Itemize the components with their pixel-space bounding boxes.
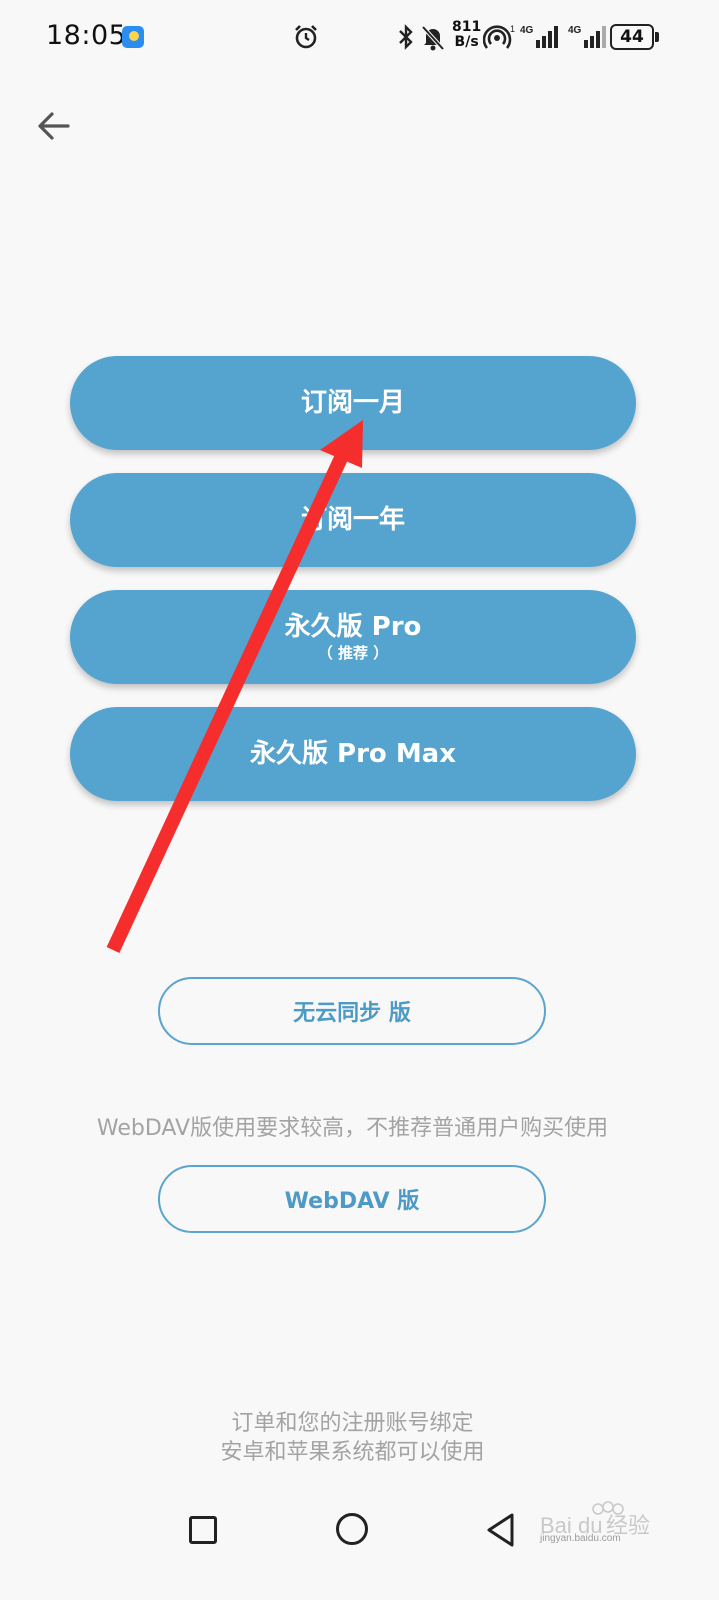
back-triangle-icon[interactable]: [485, 1512, 517, 1548]
signal-1-label: 4G: [520, 25, 534, 36]
status-bar: 18:05 811 B/s 1 4G 4G 44: [0, 0, 719, 76]
webdav-button[interactable]: WebDAV 版: [158, 1165, 546, 1233]
footer-note: 订单和您的注册账号绑定 安卓和苹果系统都可以使用: [0, 1409, 705, 1467]
network-speed-value: 811: [452, 19, 482, 35]
alarm-icon: [295, 25, 317, 49]
home-circle-icon[interactable]: [336, 1513, 368, 1545]
recommended-tag: （ 推荐 ）: [317, 644, 389, 662]
signal-icon: 4G: [568, 25, 606, 48]
subscribe-year-button[interactable]: 订阅一年: [70, 473, 636, 567]
plan-label: 永久版 Pro: [284, 612, 422, 642]
hotspot-icon: 1: [483, 24, 515, 49]
no-cloud-sync-button[interactable]: 无云同步 版: [158, 977, 546, 1045]
network-speed: 811 B/s: [452, 20, 481, 50]
plan-label: 订阅一年: [300, 505, 405, 535]
svg-text:1: 1: [510, 24, 515, 34]
bluetooth-icon: [399, 24, 413, 50]
back-arrow-icon[interactable]: [32, 104, 78, 150]
lifetime-pro-button[interactable]: 永久版 Pro （ 推荐 ）: [70, 590, 636, 684]
plan-label: 永久版 Pro Max: [249, 739, 457, 769]
weather-icon: [122, 26, 144, 48]
plan-label: 订阅一月: [300, 388, 405, 418]
recents-square-icon[interactable]: [189, 1516, 217, 1544]
battery-icon: 44: [610, 24, 659, 50]
watermark-url: jingyan.baidu.com: [540, 1533, 621, 1544]
mute-bell-icon: [421, 25, 445, 51]
network-speed-unit: B/s: [454, 34, 479, 50]
webdav-note: WebDAV版使用要求较高，不推荐普通用户购买使用: [96, 1116, 609, 1141]
footer-line-1: 订单和您的注册账号绑定: [231, 1411, 474, 1436]
lifetime-pro-max-button[interactable]: 永久版 Pro Max: [70, 707, 636, 801]
footer-line-2: 安卓和苹果系统都可以使用: [220, 1440, 485, 1465]
signal-icon: 4G: [520, 25, 558, 48]
signal-2-label: 4G: [568, 25, 582, 36]
status-time: 18:05: [46, 20, 127, 51]
subscribe-month-button[interactable]: 订阅一月: [70, 356, 636, 450]
